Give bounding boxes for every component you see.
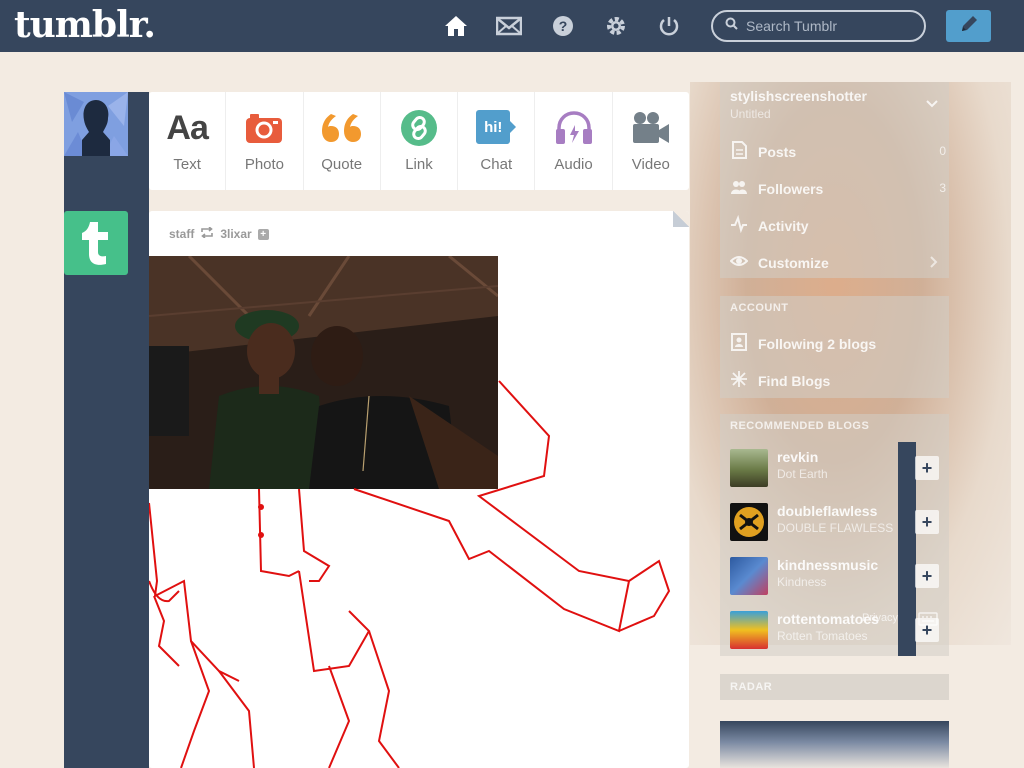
blog-name[interactable]: stylishscreenshotter	[730, 88, 867, 104]
tumblr-logo[interactable]: tumblr.	[14, 4, 156, 46]
post-type-quote[interactable]: Quote	[304, 92, 381, 190]
post-type-video[interactable]: Video	[613, 92, 689, 190]
post-type-label: Chat	[480, 156, 513, 173]
radar-heading: RADAR	[730, 681, 773, 693]
help-icon[interactable]: ?	[550, 13, 576, 39]
chat-icon: hi!	[476, 108, 517, 148]
post-type-label: Video	[631, 156, 670, 173]
sidebar-item-following[interactable]: Following 2 blogs	[730, 333, 876, 354]
post-type-label: Photo	[244, 156, 285, 173]
posts-count: 0	[939, 144, 946, 158]
radar-heading-bar: RADAR	[720, 674, 949, 700]
recommended-blog[interactable]: kindnessmusic Kindness +	[730, 551, 949, 601]
home-icon[interactable]	[443, 13, 469, 39]
link-icon	[400, 108, 438, 148]
keyboard-icon[interactable]	[918, 612, 938, 631]
account-heading: ACCOUNT	[730, 302, 789, 314]
top-navigation-bar: tumblr. ?	[0, 0, 1024, 52]
post-card: staff 3lixar +	[149, 211, 689, 768]
sparkle-icon	[730, 370, 748, 391]
settings-icon[interactable]	[603, 13, 629, 39]
post-type-label: Audio	[554, 156, 593, 173]
quote-icon	[321, 108, 363, 148]
post-type-label: Link	[405, 156, 433, 173]
follow-button[interactable]: +	[915, 456, 939, 480]
sidebar-item-posts[interactable]: Posts	[730, 141, 796, 162]
sidebar-item-activity[interactable]: Activity	[730, 214, 809, 236]
pencil-icon	[959, 14, 979, 39]
dashboard-left-rail	[64, 92, 149, 768]
blog-title: Untitled	[730, 107, 771, 121]
staff-avatar[interactable]	[64, 211, 128, 275]
follow-button[interactable]: +	[915, 564, 939, 588]
post-type-photo[interactable]: Photo	[226, 92, 304, 190]
activity-icon	[730, 214, 748, 236]
post-type-text[interactable]: Aa Text	[149, 92, 227, 190]
contacts-icon	[730, 333, 748, 354]
sidebar-item-find-blogs[interactable]: Find Blogs	[730, 370, 830, 391]
post-type-link[interactable]: Link	[381, 92, 459, 190]
search-input[interactable]	[746, 18, 906, 34]
privacy-link[interactable]: Privacy	[862, 612, 898, 624]
document-icon	[730, 141, 748, 162]
camera-icon	[245, 108, 283, 148]
chevron-down-icon[interactable]	[926, 96, 938, 114]
post-header: staff 3lixar +	[169, 226, 269, 241]
blog-avatar[interactable]	[730, 449, 768, 487]
reblogged-from-link[interactable]: 3lixar	[220, 227, 251, 241]
recommended-blog[interactable]: doubleflawless DOUBLE FLAWLESS +	[730, 497, 949, 547]
post-type-label: Quote	[321, 156, 363, 173]
sidebar-item-customize[interactable]: Customize	[729, 252, 829, 273]
compose-button[interactable]	[946, 10, 991, 42]
post-author-link[interactable]: staff	[169, 227, 194, 241]
mail-icon[interactable]	[496, 13, 522, 39]
follow-button[interactable]: +	[915, 510, 939, 534]
post-type-audio[interactable]: Audio	[535, 92, 613, 190]
recommended-heading: RECOMMENDED BLOGS	[730, 420, 870, 432]
svg-text:?: ?	[559, 18, 568, 34]
recommended-blog[interactable]: revkin Dot Earth +	[730, 443, 949, 493]
search-box[interactable]	[711, 10, 926, 42]
video-camera-icon	[632, 108, 670, 148]
people-icon	[730, 178, 748, 199]
user-avatar[interactable]	[64, 92, 128, 156]
post-fold-corner	[673, 211, 689, 227]
sidebar-item-followers[interactable]: Followers	[730, 178, 823, 199]
power-icon[interactable]	[656, 13, 682, 39]
followers-count: 3	[939, 181, 946, 195]
radar-image[interactable]	[720, 721, 949, 768]
post-photo[interactable]	[149, 254, 499, 489]
blog-avatar[interactable]	[730, 611, 768, 649]
chevron-right-icon	[930, 255, 938, 273]
headphones-icon	[554, 108, 594, 148]
text-icon: Aa	[166, 108, 208, 147]
search-icon	[725, 17, 738, 35]
post-type-bar: Aa Text Photo Quote Link hi! Chat Audio …	[149, 92, 689, 190]
post-type-label: Text	[173, 156, 201, 173]
eye-icon	[729, 252, 749, 273]
post-type-chat[interactable]: hi! Chat	[458, 92, 536, 190]
follow-plus-icon[interactable]: +	[257, 228, 269, 240]
reblog-icon	[200, 226, 214, 241]
blog-avatar[interactable]	[730, 557, 768, 595]
blog-avatar[interactable]	[730, 503, 768, 541]
recommended-blog[interactable]: rottentomatoes Rotten Tomatoes +	[730, 605, 949, 655]
